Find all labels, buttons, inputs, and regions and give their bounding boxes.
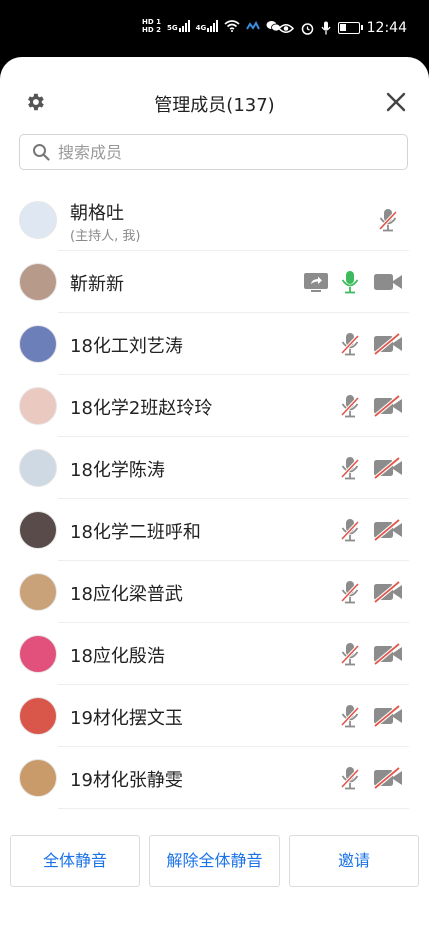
hd-2-label: HD 2 (142, 26, 161, 34)
row-divider (58, 808, 409, 809)
camera-off-icon[interactable] (373, 332, 403, 356)
mic-muted-icon[interactable] (339, 766, 361, 790)
signal-1: 5G (167, 20, 190, 32)
avatar (19, 573, 57, 611)
search-input[interactable] (56, 141, 360, 163)
member-name: 19材化摆文玉 (70, 708, 183, 729)
search-box[interactable] (19, 134, 408, 170)
wifi-icon (224, 20, 240, 32)
mic-muted-icon[interactable] (339, 642, 361, 666)
mic-muted-icon[interactable] (339, 456, 361, 480)
mic-muted-icon[interactable] (377, 208, 399, 232)
camera-off-icon[interactable] (373, 580, 403, 604)
status-right: 12:44 (277, 20, 407, 36)
unmute-all-button[interactable]: 解除全体静音 (149, 835, 280, 887)
member-row[interactable]: 18化学2班赵玲玲 (0, 375, 429, 437)
member-name: 19材化张静雯 (70, 770, 183, 791)
mic-muted-icon[interactable] (339, 580, 361, 604)
net-2-label: 4G (195, 24, 207, 32)
hd-indicator: HD 1 HD 2 (142, 18, 161, 34)
footer-actions: 全体静音 解除全体静音 邀请 (0, 835, 429, 889)
member-row[interactable]: 19材化张静雯 (0, 747, 429, 809)
eye-icon (277, 23, 294, 33)
hd-1-label: HD 1 (142, 18, 161, 26)
avatar (19, 759, 57, 797)
manage-members-sheet: 管理成员(137) 朝格吐 (主持人, 我) 靳新新 18化工刘艺涛 18化学2班赵玲玲… (0, 57, 429, 929)
member-role: (主持人, 我) (70, 229, 141, 244)
mic-icon[interactable] (339, 270, 361, 294)
member-row[interactable]: 靳新新 (0, 251, 429, 313)
member-name: 18化工刘艺涛 (70, 336, 183, 357)
camera-off-icon[interactable] (373, 456, 403, 480)
clock: 12:44 (366, 20, 407, 36)
status-left: HD 1 HD 2 5G 4G (142, 18, 282, 34)
page-title: 管理成员(137) (154, 95, 275, 116)
camera-off-icon[interactable] (373, 704, 403, 728)
avatar (19, 449, 57, 487)
avatar (19, 635, 57, 673)
camera-off-icon[interactable] (373, 518, 403, 542)
avatar (19, 697, 57, 735)
camera-icon[interactable] (373, 270, 403, 294)
screen-share-icon[interactable] (303, 270, 329, 294)
member-name: 18应化梁普武 (70, 584, 183, 605)
mic-muted-icon[interactable] (339, 704, 361, 728)
avatar (19, 263, 57, 301)
member-name: 18化学陈涛 (70, 460, 165, 481)
member-name: 18化学2班赵玲玲 (70, 398, 213, 419)
mic-status-icon (321, 21, 331, 35)
net-1-label: 5G (166, 24, 178, 32)
invite-button[interactable]: 邀请 (289, 835, 419, 887)
member-name: 朝格吐 (70, 203, 124, 224)
avatar (19, 511, 57, 549)
member-list: 朝格吐 (主持人, 我) 靳新新 18化工刘艺涛 18化学2班赵玲玲 18化学陈涛 18化学… (0, 189, 429, 809)
mic-muted-icon[interactable] (339, 394, 361, 418)
member-row[interactable]: 18化学二班呼和 (0, 499, 429, 561)
signal-2: 4G (196, 20, 219, 32)
app-notification-icon (246, 21, 261, 30)
member-row[interactable]: 朝格吐 (主持人, 我) (0, 189, 429, 251)
search-icon (33, 144, 50, 161)
member-name: 18化学二班呼和 (70, 522, 201, 543)
alarm-icon (301, 22, 313, 35)
signal-bars-icon (207, 20, 219, 32)
avatar (19, 201, 57, 239)
signal-bars-icon (178, 20, 190, 32)
mic-muted-icon[interactable] (339, 518, 361, 542)
member-row[interactable]: 18化学陈涛 (0, 437, 429, 499)
sheet-header: 管理成员(137) (0, 57, 429, 137)
camera-off-icon[interactable] (373, 394, 403, 418)
member-row[interactable]: 18应化殷浩 (0, 623, 429, 685)
avatar (19, 325, 57, 363)
mute-all-button[interactable]: 全体静音 (10, 835, 140, 887)
camera-off-icon[interactable] (373, 642, 403, 666)
status-bar: HD 1 HD 2 5G 4G 12:44 (0, 0, 429, 62)
close-icon[interactable] (385, 91, 407, 113)
camera-off-icon[interactable] (373, 766, 403, 790)
avatar (19, 387, 57, 425)
member-row[interactable]: 18化工刘艺涛 (0, 313, 429, 375)
battery-icon (337, 22, 363, 34)
mic-muted-icon[interactable] (339, 332, 361, 356)
member-name: 18应化殷浩 (70, 646, 165, 667)
member-row[interactable]: 19材化摆文玉 (0, 685, 429, 747)
member-row[interactable]: 18应化梁普武 (0, 561, 429, 623)
member-name: 靳新新 (70, 274, 124, 295)
